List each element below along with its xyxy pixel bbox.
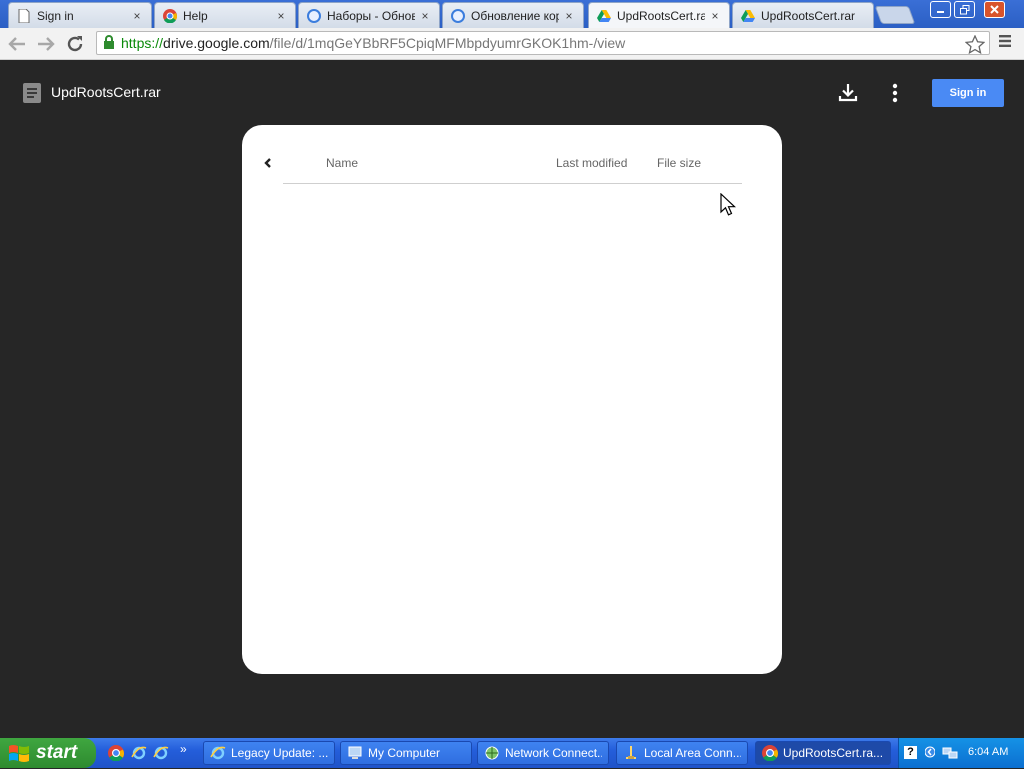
more-options-icon[interactable] [888, 82, 902, 104]
back-chevron-icon[interactable] [262, 156, 274, 170]
url-path: /file/d/1mqGeYBbRF5CpiqMFMbpdyumrGKOK1hm… [269, 35, 626, 51]
column-header-last-modified[interactable]: Last modified [556, 156, 627, 170]
taskbar-item-label: Legacy Update: ... [231, 746, 328, 760]
close-icon[interactable]: × [419, 9, 431, 23]
archive-file-icon [23, 83, 41, 103]
header-divider [283, 183, 742, 184]
taskbar-item-label: UpdRootsCert.ra... [783, 746, 884, 760]
url-scheme: https:// [121, 35, 164, 51]
browser-toolbar: https://drive.google.com/file/d/1mqGeYBb… [0, 28, 1024, 60]
lock-icon [103, 34, 117, 52]
tray-expand-chevron-icon[interactable] [924, 745, 936, 759]
computer-icon [347, 745, 363, 761]
bookmark-star-icon[interactable] [965, 34, 985, 54]
chrome-icon [762, 745, 778, 762]
mouse-cursor-icon [720, 192, 737, 217]
internet-explorer-icon[interactable] [153, 745, 169, 761]
windows-flag-icon [8, 743, 30, 763]
archive-contents-panel [242, 125, 782, 674]
quick-launch-overflow-icon[interactable]: » [180, 742, 196, 758]
start-label: start [36, 742, 78, 763]
network-icon [623, 745, 639, 761]
file-title: UpdRootsCert.rar [51, 84, 161, 100]
tab-label: UpdRootsCert.rar [761, 8, 856, 23]
minimize-icon[interactable] [930, 1, 951, 18]
restore-icon[interactable] [954, 1, 975, 18]
network-icon [484, 745, 500, 761]
google-drive-icon [597, 9, 611, 23]
page-icon [17, 8, 31, 23]
sign-in-button[interactable]: Sign in [932, 79, 1004, 107]
column-header-file-size[interactable]: File size [657, 156, 701, 170]
column-header-name[interactable]: Name [326, 156, 358, 170]
taskbar-item-label: Network Connect... [505, 746, 602, 760]
download-icon[interactable] [838, 82, 858, 102]
tab-sign-in[interactable]: Sign in × [8, 2, 152, 28]
help-icon[interactable]: ? [904, 746, 917, 759]
close-icon[interactable]: × [131, 9, 143, 23]
legacy-update-icon [451, 8, 465, 23]
taskbar-item-label: Local Area Conn... [644, 746, 741, 760]
back-arrow-icon[interactable] [7, 34, 27, 54]
close-icon[interactable]: × [563, 9, 575, 23]
taskbar-item-local-area-connection[interactable]: Local Area Conn... [616, 741, 748, 765]
tab-label: Обновление корн [471, 8, 559, 23]
tab-label: UpdRootsCert.rar [617, 8, 705, 23]
tab-strip: Sign in × Help × Наборы - Обновл × Обнов… [0, 0, 1024, 28]
tab-help[interactable]: Help × [154, 2, 296, 28]
chrome-icon [163, 8, 177, 23]
taskbar-item-network-connections[interactable]: Network Connect... [477, 741, 609, 765]
tab-label: Наборы - Обновл [327, 8, 415, 23]
network-status-icon[interactable] [942, 745, 958, 761]
start-button[interactable]: start [0, 738, 96, 768]
chrome-icon[interactable] [108, 745, 124, 762]
new-tab-button[interactable] [874, 6, 916, 24]
window-close-icon[interactable] [984, 1, 1005, 18]
close-icon[interactable]: × [709, 9, 721, 23]
google-drive-icon [741, 9, 755, 23]
forward-arrow-icon[interactable] [36, 34, 56, 54]
ie-icon [210, 745, 226, 761]
tab-label: Sign in [37, 8, 74, 23]
url-domain: drive.google.com [163, 35, 270, 51]
reload-icon[interactable] [65, 34, 85, 54]
taskbar-item-label: My Computer [368, 746, 441, 760]
address-bar[interactable]: https://drive.google.com/file/d/1mqGeYBb… [96, 31, 990, 55]
taskbar-item-legacy-update[interactable]: Legacy Update: ... [203, 741, 335, 765]
browser-menu-icon[interactable] [998, 34, 1016, 54]
tab-updrootscert[interactable]: UpdRootsCert.rar [732, 2, 874, 28]
tab-nabory[interactable]: Наборы - Обновл × [298, 2, 440, 28]
tab-obnovlenie[interactable]: Обновление корн × [442, 2, 584, 28]
tab-updrootscert-active[interactable]: UpdRootsCert.rar × [588, 2, 730, 28]
close-icon[interactable]: × [275, 9, 287, 23]
legacy-update-icon [307, 8, 321, 23]
clock: 6:04 AM [968, 746, 1009, 758]
taskbar-item-updrootscert[interactable]: UpdRootsCert.ra... [755, 741, 891, 765]
tab-label: Help [183, 8, 208, 23]
internet-explorer-icon[interactable] [131, 745, 147, 761]
taskbar-item-my-computer[interactable]: My Computer [340, 741, 472, 765]
